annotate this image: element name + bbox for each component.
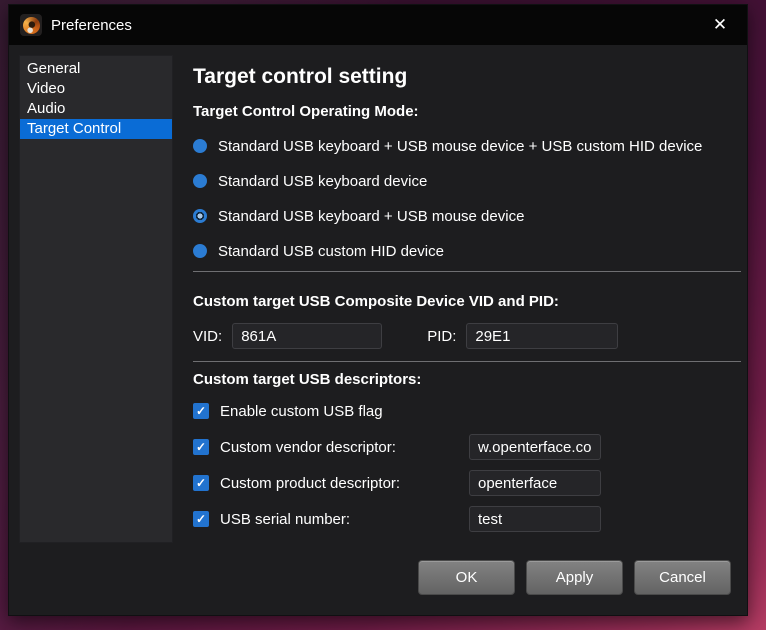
apply-button[interactable]: Apply — [526, 560, 623, 595]
checkbox-label: Enable custom USB flag — [220, 403, 383, 420]
check-icon: ✓ — [196, 513, 206, 525]
dialog-buttons: OK Apply Cancel — [418, 560, 731, 595]
checkbox-label: Custom product descriptor: — [220, 475, 400, 492]
custom-product-descriptor-row: ✓ Custom product descriptor: — [193, 469, 741, 497]
sidebar: General Video Audio Target Control — [19, 55, 173, 543]
close-button[interactable]: ✕ — [701, 7, 739, 43]
enable-custom-usb-flag-checkbox[interactable]: ✓ — [193, 403, 209, 419]
openterface-logo-icon — [23, 17, 40, 34]
radio-option-custom-hid[interactable]: Standard USB custom HID device — [193, 241, 444, 261]
divider — [193, 271, 741, 272]
radio-option-label: Standard USB keyboard device — [218, 173, 427, 190]
vid-pid-row: VID: PID: — [193, 323, 618, 349]
vid-input[interactable] — [232, 323, 382, 349]
enable-custom-usb-flag-row: ✓ Enable custom USB flag — [193, 397, 741, 425]
sidebar-item-label: Audio — [27, 100, 65, 117]
preferences-dialog: Preferences ✕ General Video Audio Target… — [8, 4, 748, 616]
radio-option-label: Standard USB keyboard + USB mouse device… — [218, 138, 702, 155]
sidebar-item-label: General — [27, 60, 80, 77]
checkbox-label: USB serial number: — [220, 511, 350, 528]
pid-input[interactable] — [466, 323, 618, 349]
radio-option-kbd[interactable]: Standard USB keyboard device — [193, 171, 427, 191]
sidebar-item-label: Target Control — [27, 120, 121, 137]
sidebar-item-target-control[interactable]: Target Control — [20, 119, 172, 139]
custom-product-descriptor-checkbox[interactable]: ✓ — [193, 475, 209, 491]
custom-vendor-descriptor-row: ✓ Custom vendor descriptor: — [193, 433, 741, 461]
serial-number-input[interactable] — [469, 506, 601, 532]
close-icon: ✕ — [713, 15, 727, 35]
sidebar-item-video[interactable]: Video — [20, 79, 172, 99]
operating-mode-label: Target Control Operating Mode: — [193, 103, 419, 120]
ok-button[interactable]: OK — [418, 560, 515, 595]
radio-option-kbd-mouse-hid[interactable]: Standard USB keyboard + USB mouse device… — [193, 136, 702, 156]
main-panel: Target control setting Target Control Op… — [193, 45, 741, 605]
app-icon — [20, 14, 42, 36]
check-icon: ✓ — [196, 477, 206, 489]
radio-option-label: Standard USB custom HID device — [218, 243, 444, 260]
vid-pid-section-label: Custom target USB Composite Device VID a… — [193, 293, 559, 310]
radio-button-icon — [193, 139, 207, 153]
radio-option-kbd-mouse[interactable]: Standard USB keyboard + USB mouse device — [193, 206, 524, 226]
usb-serial-number-checkbox[interactable]: ✓ — [193, 511, 209, 527]
page-title: Target control setting — [193, 65, 407, 89]
custom-vendor-descriptor-checkbox[interactable]: ✓ — [193, 439, 209, 455]
usb-serial-number-row: ✓ USB serial number: — [193, 505, 741, 533]
vendor-descriptor-input[interactable] — [469, 434, 601, 460]
vid-label: VID: — [193, 328, 222, 345]
checkbox-label: Custom vendor descriptor: — [220, 439, 396, 456]
radio-button-icon — [193, 174, 207, 188]
radio-option-label: Standard USB keyboard + USB mouse device — [218, 208, 524, 225]
radio-button-icon — [193, 244, 207, 258]
check-icon: ✓ — [196, 405, 206, 417]
descriptors-section-label: Custom target USB descriptors: — [193, 371, 421, 388]
title-bar: Preferences ✕ — [9, 5, 747, 45]
product-descriptor-input[interactable] — [469, 470, 601, 496]
divider — [193, 361, 741, 362]
sidebar-item-audio[interactable]: Audio — [20, 99, 172, 119]
cancel-button[interactable]: Cancel — [634, 560, 731, 595]
check-icon: ✓ — [196, 441, 206, 453]
window-title: Preferences — [51, 17, 132, 34]
pid-label: PID: — [427, 328, 456, 345]
sidebar-item-label: Video — [27, 80, 65, 97]
sidebar-item-general[interactable]: General — [20, 59, 172, 79]
radio-button-icon — [193, 209, 207, 223]
